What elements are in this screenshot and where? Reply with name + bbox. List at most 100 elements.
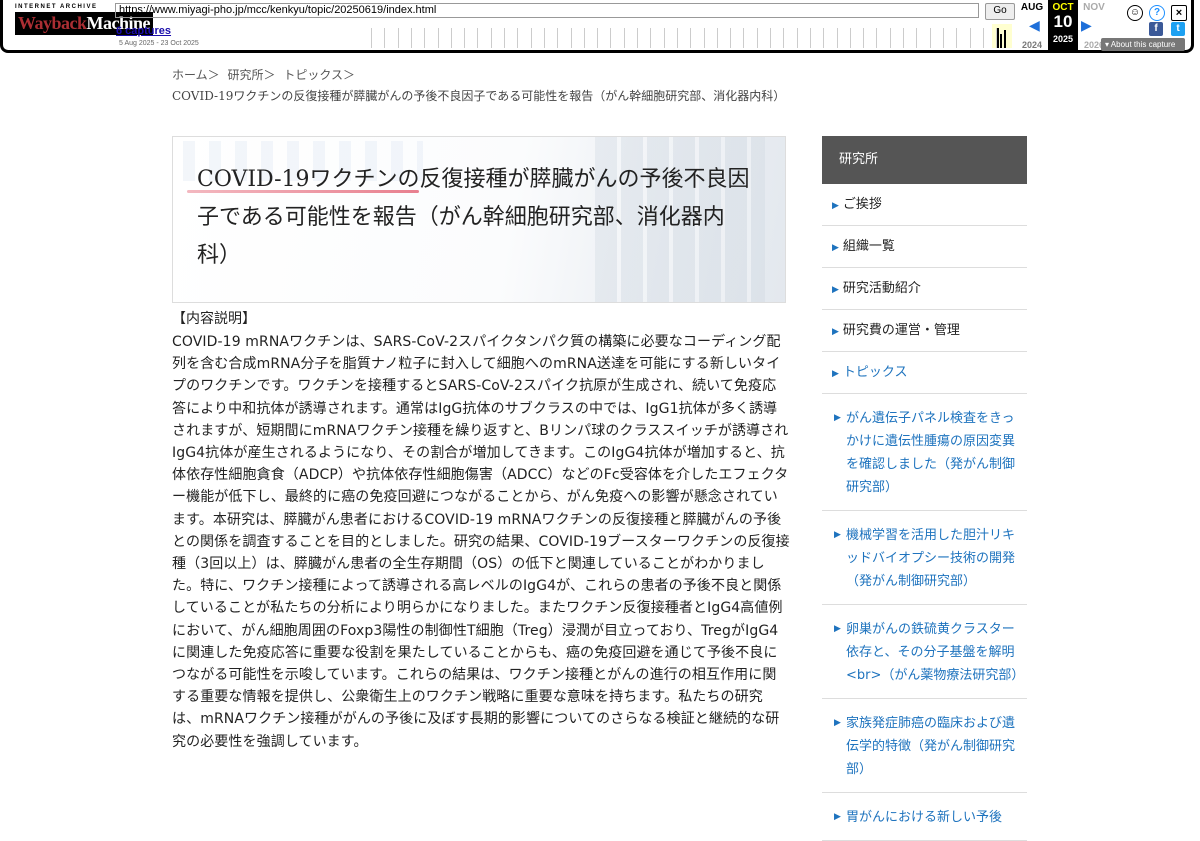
breadcrumb-lab[interactable]: 研究所＞	[227, 68, 275, 82]
wayback-url-input[interactable]: https://www.miyagi-pho.jp/mcc/kenkyu/top…	[115, 3, 979, 18]
wayback-icons: ☺ ? × f t	[1117, 3, 1187, 36]
wayback-logo-small: INTERNET ARCHIVE	[15, 4, 98, 10]
sparkline-tick	[543, 28, 545, 48]
sparkline-tick	[477, 28, 479, 48]
page-subtitle: COVID-19ワクチンの反復接種が膵臓がんの予後不良因子である可能性を報告（が…	[172, 89, 786, 103]
arrow-right-icon: ▶	[832, 369, 839, 379]
arrow-right-icon: ▶	[832, 201, 839, 211]
page-title: COVID-19ワクチンの反復接種が膵臓がんの予後不良因子である可能性を報告（が…	[197, 167, 750, 268]
arrow-right-icon: ▶	[834, 812, 841, 822]
sparkline-tick	[557, 28, 559, 48]
content-body: COVID-19 mRNAワクチンは、SARS-CoV-2スパイクタンパク質の構…	[172, 334, 790, 750]
sparkline-capture-bar	[1004, 30, 1006, 48]
sparkline-tick	[410, 28, 412, 48]
sparkline-tick	[809, 28, 811, 48]
sidebar-subitem[interactable]: ▶ がん遺伝子パネル検査をきっかけに遺伝性腫瘍の原因変異を確認しました（発がん制御…	[822, 394, 1027, 511]
close-icon[interactable]: ×	[1171, 5, 1187, 21]
breadcrumb-topics[interactable]: トピックス＞	[283, 68, 355, 82]
sparkline-tick	[836, 28, 838, 48]
arrow-right-icon: ▶	[832, 327, 839, 337]
wayback-toolbar: INTERNET ARCHIVE WaybackMachine https://…	[0, 0, 1194, 53]
sparkline-tick	[743, 28, 745, 48]
sparkline-tick	[570, 28, 572, 48]
sparkline-tick	[956, 28, 958, 48]
sparkline-tick	[676, 28, 678, 48]
sparkline-tick	[730, 28, 732, 48]
sparkline-tick	[929, 28, 931, 48]
sparkline-tick	[716, 28, 718, 48]
arrow-right-icon: ▶	[834, 718, 841, 728]
sparkline-current-year	[992, 24, 1012, 48]
go-button[interactable]: Go	[985, 3, 1015, 20]
sparkline-tick	[623, 28, 625, 48]
sparkline-tick	[397, 28, 399, 48]
sparkline-capture-bar	[1000, 34, 1002, 48]
sparkline-tick	[889, 28, 891, 48]
sparkline-tick	[796, 28, 798, 48]
current-month: OCT 10 2025	[1048, 0, 1078, 50]
sidebar-item-activities[interactable]: ▶ 研究活動紹介	[822, 268, 1027, 310]
sparkline-tick	[384, 28, 386, 48]
sidebar-item-organization[interactable]: ▶ 組織一覧	[822, 226, 1027, 268]
sparkline-tick	[583, 28, 585, 48]
twitter-icon[interactable]: t	[1171, 22, 1185, 36]
sidebar-subitem[interactable]: ▶ 卵巣がんの鉄硫黄クラスター依存と、その分子基盤を解明<br>（がん薬物療法研究…	[822, 605, 1027, 699]
sparkline-tick	[424, 28, 426, 48]
arrow-right-icon: ▶	[834, 624, 841, 634]
sparkline-tick	[437, 28, 439, 48]
arrow-right-icon: ▶	[834, 530, 841, 540]
sparkline-tick	[517, 28, 519, 48]
arrow-right-icon: ▶	[832, 243, 839, 253]
breadcrumb: ホーム＞ 研究所＞ トピックス＞	[172, 66, 359, 83]
breadcrumb-home[interactable]: ホーム＞	[172, 68, 220, 82]
wayback-logo[interactable]: INTERNET ARCHIVE WaybackMachine	[15, 4, 154, 44]
sparkline-tick	[876, 28, 878, 48]
sidebar-item-topics[interactable]: ▶ トピックス	[822, 352, 1027, 394]
sparkline-tick	[597, 28, 599, 48]
sparkline-tick	[450, 28, 452, 48]
sparkline-tick	[504, 28, 505, 48]
capture-range: 5 Aug 2025 - 23 Oct 2025	[119, 40, 199, 47]
prev-capture-arrow-icon[interactable]: ◀	[1029, 17, 1040, 34]
sparkline-tick	[650, 28, 652, 48]
sidebar: 研究所 ▶ ご挨拶 ▶ 組織一覧 ▶ 研究活動紹介 ▶ 研究費の運営・管理 ▶ トピックス…	[822, 136, 1027, 841]
sparkline-tick	[610, 28, 612, 48]
sparkline-tick	[783, 28, 785, 48]
facebook-icon[interactable]: f	[1149, 22, 1163, 36]
sidebar-subitem[interactable]: ▶ 機械学習を活用した胆汁リキッドバイオプシー技術の開発（発がん制御研究部）	[822, 511, 1027, 605]
sparkline-tick	[703, 28, 705, 48]
sidebar-subitem[interactable]: ▶ 家族発症肺癌の臨床および遺伝学的特徴（発がん制御研究部）	[822, 699, 1027, 793]
sparkline-tick	[863, 28, 865, 48]
sparkline-tick	[770, 28, 771, 48]
sparkline-tick	[942, 28, 944, 48]
sparkline-tick	[690, 28, 692, 48]
sparkline-tick	[982, 28, 984, 48]
hero-banner: COVID-19ワクチンの反復接種が膵臓がんの予後不良因子である可能性を報告（が…	[172, 136, 786, 303]
captures-link[interactable]: 6 captures	[116, 25, 171, 37]
sparkline-tick	[756, 28, 758, 48]
capture-calendar: AUG 2024 ◀ OCT 10 2025 ▶ NOV 2026	[1017, 0, 1109, 50]
sparkline-tick	[969, 28, 971, 48]
arrow-right-icon: ▶	[832, 285, 839, 295]
capture-sparkline[interactable]	[371, 24, 1012, 48]
sidebar-subitem[interactable]: ▶ 胃がんにおける新しい予後	[822, 793, 1027, 841]
content-heading: 【内容説明】	[172, 311, 256, 327]
about-capture-button[interactable]: ▾ About this capture	[1101, 38, 1185, 51]
sparkline-tick	[371, 28, 372, 48]
sparkline-tick	[490, 28, 492, 48]
sparkline-tick	[916, 28, 918, 48]
sidebar-title: 研究所	[822, 136, 1027, 184]
sparkline-capture-bar	[997, 28, 999, 48]
sidebar-item-greeting[interactable]: ▶ ご挨拶	[822, 184, 1027, 226]
sparkline-tick	[849, 28, 851, 48]
sidebar-item-funding[interactable]: ▶ 研究費の運営・管理	[822, 310, 1027, 352]
sparkline-tick	[464, 28, 466, 48]
arrow-right-icon: ▶	[834, 413, 841, 423]
sparkline-tick	[530, 28, 532, 48]
sparkline-tick	[823, 28, 825, 48]
sparkline-tick	[903, 28, 904, 48]
sparkline-tick	[637, 28, 638, 48]
sparkline-tick	[663, 28, 665, 48]
help-icon[interactable]: ?	[1149, 5, 1165, 21]
user-icon[interactable]: ☺	[1127, 5, 1143, 21]
